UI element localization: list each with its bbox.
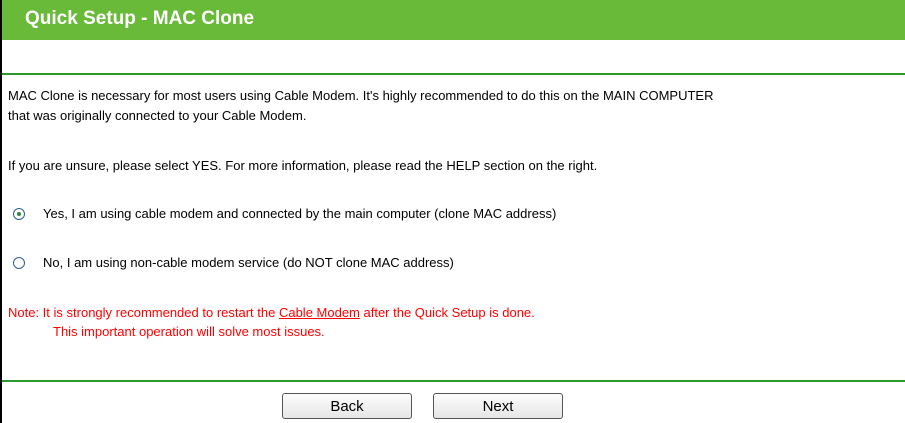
option-no-label[interactable]: No, I am using non-cable modem service (… — [43, 255, 454, 270]
note-line-2: This important operation will solve most… — [53, 324, 325, 339]
mac-clone-description: MAC Clone is necessary for most users us… — [8, 86, 713, 126]
note-suffix: after the Quick Setup is done. — [359, 305, 535, 320]
cable-modem-link[interactable]: Cable Modem — [279, 305, 360, 320]
note-prefix: Note: It is strongly recommended to rest… — [8, 305, 279, 320]
radio-no-clone-mac[interactable] — [13, 256, 25, 269]
back-button[interactable]: Back — [282, 393, 412, 419]
note-line-1: Note: It is strongly recommended to rest… — [8, 303, 535, 322]
divider-top — [2, 73, 905, 75]
divider-bottom — [2, 380, 905, 382]
option-yes-row[interactable]: Yes, I am using cable modem and connecte… — [13, 206, 556, 221]
quick-setup-panel: Quick Setup - MAC Clone MAC Clone is nec… — [0, 0, 905, 423]
description-line-1: MAC Clone is necessary for most users us… — [8, 88, 714, 103]
next-button[interactable]: Next — [433, 393, 563, 419]
help-hint-text: If you are unsure, please select YES. Fo… — [8, 158, 598, 173]
option-no-row[interactable]: No, I am using non-cable modem service (… — [13, 255, 454, 270]
page-title: Quick Setup - MAC Clone — [2, 0, 905, 40]
description-line-2: that was originally connected to your Ca… — [8, 108, 307, 123]
radio-yes-clone-mac[interactable] — [13, 207, 25, 220]
restart-note: Note: It is strongly recommended to rest… — [8, 303, 535, 341]
option-yes-label[interactable]: Yes, I am using cable modem and connecte… — [43, 206, 556, 221]
